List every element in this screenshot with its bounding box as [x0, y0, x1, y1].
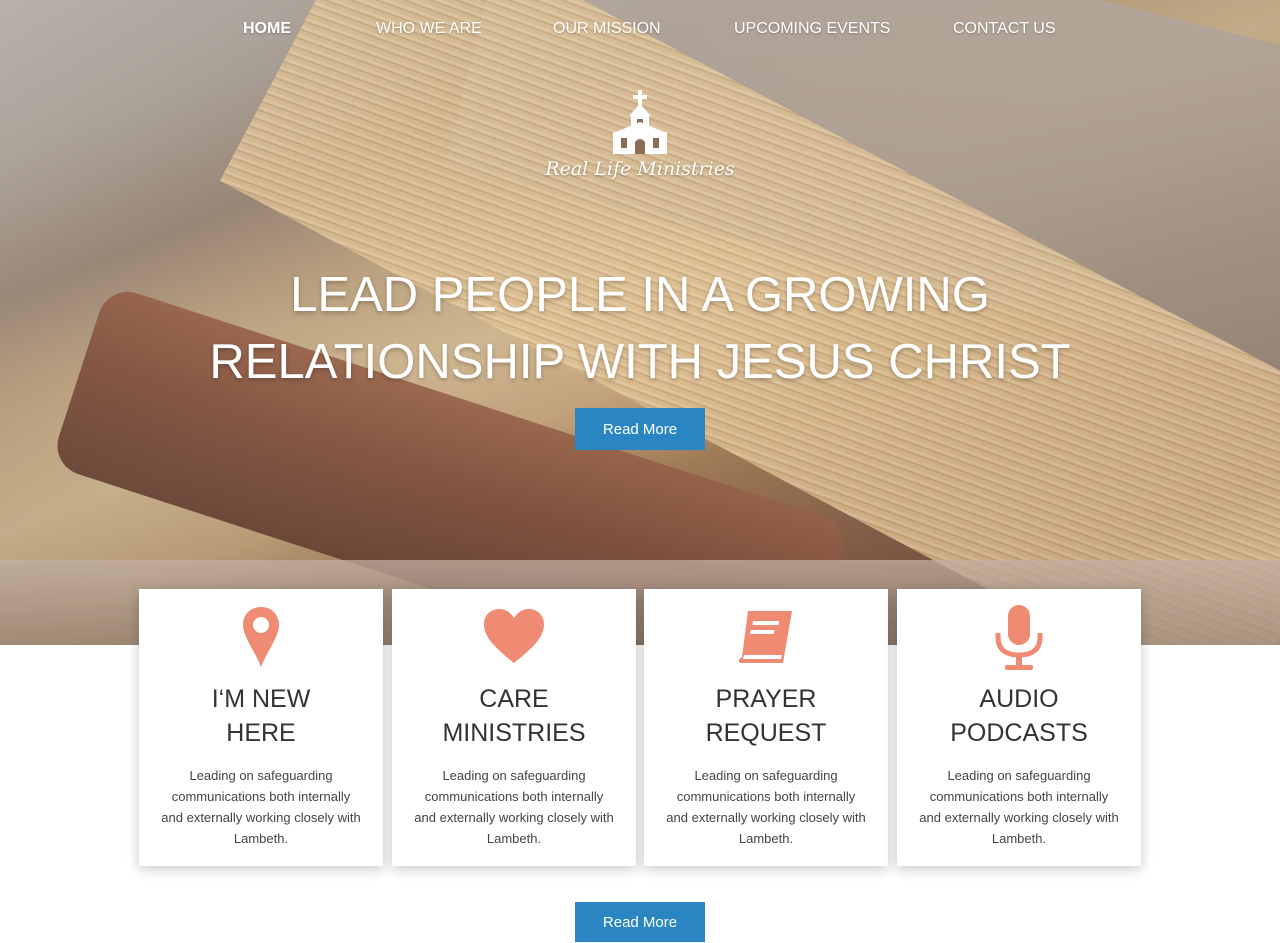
heart-icon — [392, 605, 636, 669]
feature-title-line-1: PRAYER — [715, 685, 817, 713]
map-pin-icon — [139, 605, 383, 669]
feature-title-line-1: I‘M NEW — [211, 685, 311, 713]
hero-read-more-button[interactable]: Read More — [575, 408, 705, 450]
nav-upcoming-events[interactable]: UPCOMING EVENTS — [734, 20, 890, 38]
feature-title: I‘M NEW HERE — [149, 682, 373, 750]
feature-card-new-here[interactable]: I‘M NEW HERE Leading on safeguarding com… — [139, 589, 383, 866]
hero-headline-line-1: LEAD PEOPLE IN A GROWING — [290, 268, 990, 322]
nav-home[interactable]: HOME — [243, 20, 291, 38]
nav-our-mission[interactable]: OUR MISSION — [553, 20, 661, 38]
feature-title: CARE MINISTRIES — [402, 682, 626, 750]
nav-contact-us[interactable]: CONTACT US — [953, 20, 1056, 38]
logo-text: Real Life Ministries — [545, 158, 735, 180]
feature-text: Leading on safeguarding communications b… — [919, 768, 1119, 846]
feature-card-prayer-request[interactable]: PRAYER REQUEST Leading on safeguarding c… — [644, 589, 888, 866]
hero-headline: LEAD PEOPLE IN A GROWING RELATIONSHIP WI… — [140, 262, 1140, 396]
site-logo[interactable]: Real Life Ministries — [540, 88, 740, 188]
main-nav: HOME WHO WE ARE OUR MISSION UPCOMING EVE… — [0, 20, 1280, 42]
feature-title: PRAYER REQUEST — [654, 682, 878, 750]
feature-card-care-ministries[interactable]: CARE MINISTRIES Leading on safeguarding … — [392, 589, 636, 866]
church-icon — [613, 90, 667, 154]
feature-text: Leading on safeguarding communications b… — [414, 768, 614, 846]
microphone-icon — [897, 605, 1141, 670]
feature-title-line-2: MINISTRIES — [442, 719, 586, 747]
feature-text: Leading on safeguarding communications b… — [161, 768, 361, 846]
feature-title-line-2: REQUEST — [705, 719, 827, 747]
hero-headline-line-2: RELATIONSHIP WITH JESUS CHRIST — [209, 335, 1071, 389]
feature-title-line-2: HERE — [226, 719, 296, 747]
feature-title-line-2: PODCASTS — [950, 719, 1088, 747]
feature-title: AUDIO PODCASTS — [907, 682, 1131, 750]
feature-text: Leading on safeguarding communications b… — [666, 768, 866, 846]
book-icon — [644, 605, 888, 669]
bottom-read-more-button[interactable]: Read More — [575, 902, 705, 942]
feature-title-line-1: CARE — [479, 685, 549, 713]
feature-card-audio-podcasts[interactable]: AUDIO PODCASTS Leading on safeguarding c… — [897, 589, 1141, 866]
nav-who-we-are[interactable]: WHO WE ARE — [376, 20, 482, 38]
feature-title-line-1: AUDIO — [979, 685, 1059, 713]
